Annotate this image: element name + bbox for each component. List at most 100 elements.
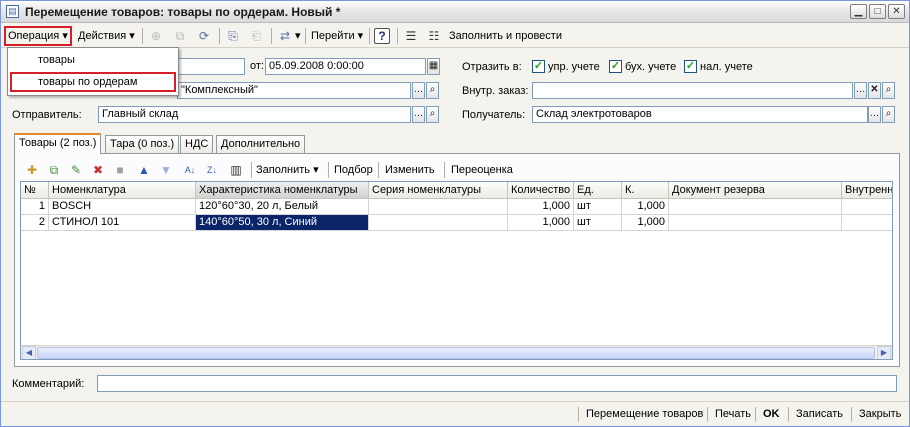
list-icon[interactable]: ☰ — [402, 27, 420, 45]
table-cell[interactable] — [369, 215, 508, 231]
table-cell[interactable]: 1,000 — [622, 215, 669, 231]
fill-menu-button[interactable]: Заполнить ▾ — [256, 160, 319, 180]
move-up-icon[interactable]: ▲ — [135, 161, 153, 179]
column-header-number[interactable]: № — [21, 182, 49, 199]
delete-row-icon[interactable]: ✖ — [89, 161, 107, 179]
tab-additional[interactable]: Дополнительно — [216, 135, 306, 153]
sender-field[interactable]: Главный склад — [98, 106, 411, 123]
search-icon[interactable]: ⌕ — [882, 106, 895, 123]
search-icon[interactable]: ⌕ — [426, 106, 439, 123]
revalue-button[interactable]: Переоценка — [451, 160, 513, 180]
fill-label: Заполнить — [256, 164, 311, 176]
fill-and-post-button[interactable]: Заполнить и провести — [446, 26, 565, 46]
operation-menu-button[interactable]: Операция ▾ — [4, 26, 72, 46]
date-label: от: — [250, 60, 264, 72]
fill-and-post-icon[interactable]: ☷ — [425, 27, 443, 45]
checkbox-mgmt-accounting[interactable]: ✓ — [532, 60, 545, 73]
scroll-right-icon[interactable]: ▶ — [877, 346, 891, 359]
comment-field[interactable] — [97, 375, 897, 392]
edit-items-button[interactable]: Изменить — [385, 160, 435, 180]
sort-ascending-icon[interactable]: A↓ — [181, 161, 199, 179]
column-header-unit[interactable]: Ед. — [574, 182, 622, 199]
select-items-button[interactable]: Подбор — [334, 160, 373, 180]
table-cell-selected[interactable]: 140°60°50, 30 л, Синий — [196, 215, 369, 231]
minimize-button[interactable]: ▁ — [850, 4, 867, 19]
save-button[interactable]: Записать — [791, 405, 848, 424]
clear-icon[interactable]: ✕ — [868, 82, 881, 99]
table-cell[interactable]: 1,000 — [508, 215, 574, 231]
toolbar-separator — [444, 162, 445, 178]
table-cell[interactable]: 120°60°30, 20 л, Белый — [196, 199, 369, 215]
maximize-button[interactable]: □ — [869, 4, 886, 19]
table-cell[interactable]: BOSCH — [49, 199, 196, 215]
column-header-reserve-doc[interactable]: Документ резерва — [669, 182, 842, 199]
column-header-quantity[interactable]: Количество — [508, 182, 574, 199]
copy-icon[interactable]: ⧉ — [171, 27, 189, 45]
structure-dropdown[interactable]: ▾ — [292, 26, 304, 46]
table-cell[interactable]: 1,000 — [508, 199, 574, 215]
actions-label: Действия — [78, 30, 127, 42]
ok-button[interactable]: OK — [758, 405, 785, 424]
table-cell[interactable]: шт — [574, 199, 622, 215]
column-header-characteristic[interactable]: Характеристика номенклатуры — [196, 182, 369, 199]
number-field[interactable] — [177, 58, 245, 75]
table-cell[interactable]: 2 — [21, 215, 49, 231]
print-button[interactable]: Печать — [710, 405, 756, 424]
table-cell[interactable]: шт — [574, 215, 622, 231]
menu-item-goods-by-orders[interactable]: товары по ордерам — [10, 72, 176, 92]
column-header-series[interactable]: Серия номенклатуры — [369, 182, 508, 199]
sort-descending-icon[interactable]: Z↓ — [203, 161, 221, 179]
unpost-document-icon[interactable]: ⎗ — [247, 27, 265, 45]
scroll-left-icon[interactable]: ◀ — [22, 346, 36, 359]
help-button[interactable]: ? — [374, 28, 390, 44]
select-button[interactable]: … — [412, 106, 425, 123]
receiver-field[interactable]: Склад электротоваров — [532, 106, 868, 123]
close-button[interactable]: Закрыть — [854, 405, 906, 424]
table-cell[interactable]: СТИНОЛ 101 — [49, 215, 196, 231]
end-edit-icon[interactable]: ■ — [111, 161, 129, 179]
table-cell[interactable] — [369, 199, 508, 215]
horizontal-scrollbar[interactable]: ◀ ▶ — [21, 345, 892, 359]
table-cell[interactable]: 1 — [21, 199, 49, 215]
internal-order-field[interactable] — [532, 82, 853, 99]
column-header-internal[interactable]: Внутренн — [842, 182, 892, 199]
select-button[interactable]: … — [412, 82, 425, 99]
checkbox-bookkeeping[interactable]: ✓ — [609, 60, 622, 73]
close-window-button[interactable]: ✕ — [888, 4, 905, 19]
toolbar-separator — [251, 162, 252, 178]
add-row-icon[interactable]: ✚ — [23, 161, 41, 179]
move-down-icon[interactable]: ▼ — [157, 161, 175, 179]
tab-goods[interactable]: Товары (2 поз.) — [14, 133, 102, 154]
edit-row-icon[interactable]: ✎ — [67, 161, 85, 179]
goods-table[interactable]: № Номенклатура Характеристика номенклату… — [20, 181, 893, 360]
search-icon[interactable]: ⌕ — [426, 82, 439, 99]
barcode-icon[interactable]: ▥ — [227, 161, 245, 179]
table-cell[interactable] — [669, 199, 842, 215]
checkbox-tax-accounting[interactable]: ✓ — [684, 60, 697, 73]
copy-row-icon[interactable]: ⧉ — [45, 161, 63, 179]
table-cell[interactable] — [669, 215, 842, 231]
search-icon[interactable]: ⌕ — [882, 82, 895, 99]
tab-vat[interactable]: НДС — [180, 135, 214, 153]
column-header-item[interactable]: Номенклатура — [49, 182, 196, 199]
doc-movements-button[interactable]: Перемещение товаров — [581, 405, 708, 424]
organization-field[interactable]: "Комплексный" — [177, 82, 411, 99]
calendar-icon[interactable]: ▦ — [427, 58, 440, 75]
table-cell[interactable]: 1,000 — [622, 199, 669, 215]
table-cell[interactable] — [842, 215, 892, 231]
refresh-icon[interactable]: ⟳ — [195, 27, 213, 45]
column-header-coefficient[interactable]: К. — [622, 182, 669, 199]
add-icon[interactable]: ⊕ — [147, 27, 165, 45]
mgmt-accounting-label: упр. учете — [548, 61, 600, 73]
select-button[interactable]: … — [868, 106, 881, 123]
goto-menu-button[interactable]: Перейти ▾ — [308, 26, 366, 46]
select-button[interactable]: … — [854, 82, 867, 99]
post-document-icon[interactable]: ⎘ — [224, 27, 242, 45]
actions-menu-button[interactable]: Действия ▾ — [75, 26, 138, 46]
toolbar-separator — [378, 162, 379, 178]
menu-item-goods[interactable]: товары — [10, 51, 176, 71]
table-cell[interactable] — [842, 199, 892, 215]
scrollbar-thumb[interactable] — [37, 347, 875, 359]
date-field[interactable]: 05.09.2008 0:00:00 — [265, 58, 426, 75]
tab-containers[interactable]: Тара (0 поз.) — [105, 135, 180, 153]
